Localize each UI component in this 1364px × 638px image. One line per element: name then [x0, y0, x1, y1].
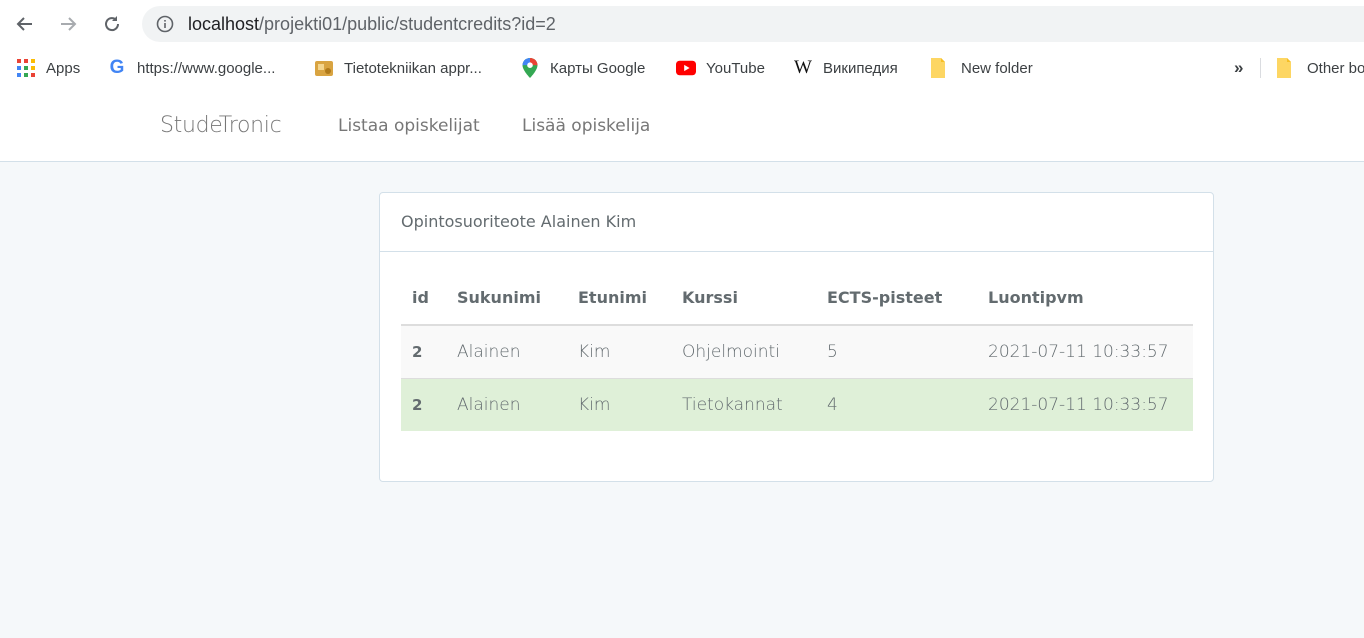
bookmark-label: Other bo [1307, 59, 1364, 77]
bookmark-label: Apps [46, 59, 81, 77]
column-header: Kurssi [671, 271, 816, 326]
url-path: /projekti01/public/studentcredits?id=2 [259, 14, 556, 34]
brand-link[interactable]: StudeTronic [160, 113, 282, 138]
table-row: 2 Alainen Kim Tietokannat 4 2021-07-11 1… [401, 377, 1193, 431]
bookmark-other[interactable]: Other bo [1274, 48, 1364, 88]
app-navbar: StudeTronic Listaa opiskelijat Lisää opi… [0, 88, 1364, 162]
folder-icon [928, 58, 948, 78]
google-maps-icon [520, 58, 540, 78]
nav-add-student[interactable]: Lisää opiskelija [522, 116, 650, 136]
forward-button[interactable] [54, 10, 82, 38]
panel-heading: Opintosuoriteote Alainen Kim [380, 193, 1213, 252]
cell-id: 2 [401, 377, 446, 431]
bookmark-new-folder[interactable]: New folder [928, 48, 1033, 88]
cell-ects: 5 [816, 324, 977, 378]
overflow-chevron-icon: » [1234, 58, 1244, 77]
cell-lastname: Alainen [446, 377, 567, 431]
arrow-right-icon [61, 17, 77, 31]
column-header: ECTS-pisteet [816, 271, 977, 326]
cell-created: 2021-07-11 10:33:57 [977, 377, 1193, 431]
bookmark-google-maps[interactable]: Карты Google [520, 48, 645, 88]
cell-firstname: Kim [567, 377, 671, 431]
back-button[interactable] [11, 10, 39, 38]
reload-button[interactable] [98, 10, 126, 38]
nav-list-students[interactable]: Listaa opiskelijat [338, 116, 480, 136]
bookmarks-divider [1260, 58, 1261, 78]
google-icon: G [109, 57, 125, 78]
url-host: localhost [188, 14, 260, 34]
address-bar[interactable]: localhost/projekti01/public/studentcredi… [142, 6, 1364, 42]
column-header: Etunimi [567, 271, 671, 326]
credits-panel: Opintosuoriteote Alainen Kim id Sukunimi… [379, 192, 1214, 482]
bookmark-site-icon [314, 58, 334, 78]
column-header: id [401, 271, 446, 326]
cell-lastname: Alainen [446, 324, 567, 378]
bookmark-apps[interactable]: Apps [16, 48, 80, 88]
cell-course: Ohjelmointi [671, 324, 816, 378]
bookmark-label: Tietotekniikan appr... [344, 59, 482, 77]
apps-grid-icon [16, 58, 36, 78]
youtube-icon [676, 58, 696, 78]
cell-course: Tietokannat [671, 377, 816, 431]
wikipedia-icon: W [794, 57, 812, 78]
cell-ects: 4 [816, 377, 977, 431]
arrow-left-icon [16, 17, 32, 31]
bookmark-label: New folder [961, 59, 1033, 77]
browser-toolbar: localhost/projekti01/public/studentcredi… [0, 0, 1364, 48]
bookmark-label: Википедия [823, 59, 898, 77]
reload-icon [105, 16, 120, 32]
bookmarks-overflow-button[interactable]: » [1234, 48, 1243, 88]
bookmark-label: YouTube [706, 59, 765, 77]
info-icon[interactable] [156, 15, 174, 37]
bookmark-label: Карты Google [550, 59, 646, 77]
cell-firstname: Kim [567, 324, 671, 378]
bookmarks-bar: Apps G https://www.google... Tietoteknii… [0, 48, 1364, 88]
column-header: Luontipvm [977, 271, 1193, 326]
bookmark-tietotekniikan[interactable]: Tietotekniikan appr... [314, 48, 482, 88]
table-header-row: id Sukunimi Etunimi Kurssi ECTS-pisteet … [401, 271, 1193, 326]
bookmark-label: https://www.google... [137, 59, 276, 77]
column-header: Sukunimi [446, 271, 567, 326]
table-row: 2 Alainen Kim Ohjelmointi 5 2021-07-11 1… [401, 324, 1193, 378]
bookmark-google[interactable]: G https://www.google... [107, 48, 276, 88]
url-text[interactable]: localhost/projekti01/public/studentcredi… [188, 14, 556, 35]
panel-body: id Sukunimi Etunimi Kurssi ECTS-pisteet … [401, 271, 1193, 431]
folder-icon [1274, 58, 1294, 78]
credits-table: id Sukunimi Etunimi Kurssi ECTS-pisteet … [401, 271, 1193, 431]
cell-created: 2021-07-11 10:33:57 [977, 324, 1193, 378]
bookmark-wikipedia[interactable]: W Википедия [793, 48, 898, 88]
bookmark-youtube[interactable]: YouTube [676, 48, 765, 88]
cell-id: 2 [401, 324, 446, 378]
